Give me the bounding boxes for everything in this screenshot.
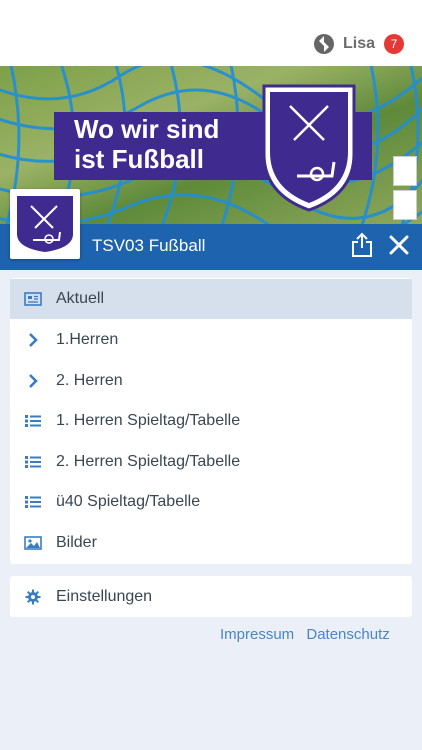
- menu-label-aktuell: Aktuell: [56, 290, 105, 307]
- menu-item-2-herren-tabelle[interactable]: 2. Herren Spieltag/Tabelle: [10, 442, 412, 482]
- user-menu[interactable]: Lisa 7: [313, 32, 404, 56]
- notification-badge[interactable]: 7: [384, 34, 404, 54]
- menu-label-einstellungen: Einstellungen: [56, 588, 153, 605]
- menu-label-2-herren-tabelle: 2. Herren Spieltag/Tabelle: [56, 453, 241, 470]
- menu-label-u40-tabelle: ü40 Spieltag/Tabelle: [56, 493, 201, 510]
- menu-item-1-herren[interactable]: 1.Herren: [10, 320, 412, 360]
- footer-links: Impressum Datenschutz: [220, 626, 398, 643]
- navigation-menu: Aktuell 1.Herren 2. Herren 1. Herren Spi…: [10, 278, 412, 564]
- menu-item-1-herren-tabelle[interactable]: 1. Herren Spieltag/Tabelle: [10, 401, 412, 441]
- menu-item-aktuell[interactable]: Aktuell: [10, 279, 412, 319]
- menu-item-einstellungen[interactable]: Einstellungen: [10, 576, 412, 617]
- list-icon: [25, 415, 41, 427]
- menu-label-1-herren: 1.Herren: [56, 331, 119, 348]
- slogan-line-2: ist Fußball: [74, 144, 204, 174]
- list-icon: [25, 456, 41, 468]
- share-icon[interactable]: [350, 232, 374, 258]
- menu-item-bilder[interactable]: Bilder: [10, 523, 412, 563]
- list-icon: [25, 496, 41, 508]
- club-crest-large: [262, 84, 356, 212]
- image-icon: [24, 536, 42, 550]
- menu-label-bilder: Bilder: [56, 534, 97, 551]
- chevron-right-icon: [29, 374, 38, 388]
- slogan: Wo wir sind ist Fußball: [74, 114, 274, 174]
- club-crest-small: [10, 189, 80, 259]
- close-icon[interactable]: [386, 232, 412, 258]
- app-title: TSV03 Fußball: [92, 236, 206, 255]
- impressum-link[interactable]: Impressum: [220, 626, 294, 643]
- league-badge-kreisklasse: [393, 156, 417, 186]
- slogan-line-1: Wo wir sind: [74, 114, 220, 144]
- chevron-right-icon: [29, 333, 38, 347]
- newspaper-icon: [24, 292, 42, 306]
- menu-item-2-herren[interactable]: 2. Herren: [10, 361, 412, 401]
- menu-item-u40-tabelle[interactable]: ü40 Spieltag/Tabelle: [10, 482, 412, 522]
- gear-icon: [25, 589, 41, 605]
- account-switch-icon: [313, 34, 334, 54]
- datenschutz-link[interactable]: Datenschutz: [306, 626, 389, 643]
- settings-row[interactable]: Einstellungen: [10, 577, 412, 617]
- league-badge-kreisliga: [393, 190, 417, 220]
- menu-label-1-herren-tabelle: 1. Herren Spieltag/Tabelle: [56, 412, 241, 429]
- menu-label-2-herren: 2. Herren: [56, 372, 123, 389]
- club-crest-icon: [17, 196, 73, 252]
- user-name[interactable]: Lisa: [343, 35, 375, 53]
